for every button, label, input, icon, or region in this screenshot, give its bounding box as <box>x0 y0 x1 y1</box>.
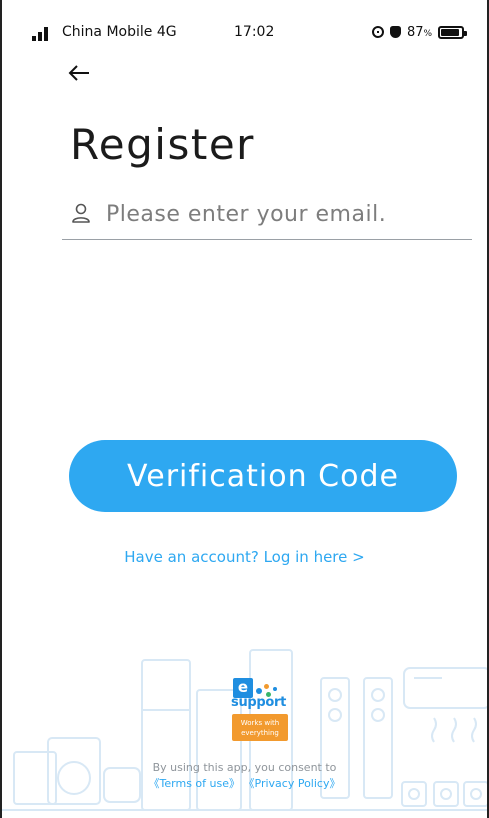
shield-icon <box>390 26 401 38</box>
email-field-row <box>62 190 472 240</box>
terms-of-use-link[interactable]: 《Terms of use》 <box>149 777 240 790</box>
consent-text: By using this app, you consent to <box>152 761 337 774</box>
consent-notice: By using this app, you consent to 《Terms… <box>2 760 487 792</box>
carrier-label: China Mobile 4G <box>62 24 177 40</box>
battery-percent: 87 <box>407 24 424 40</box>
battery-icon <box>438 25 468 39</box>
page-title: Register <box>70 120 255 169</box>
esupport-logo-word: support <box>231 695 287 710</box>
register-screen: China Mobile 4G 17:02 87% Register Verif… <box>0 0 489 818</box>
user-icon <box>72 203 90 223</box>
clock-time: 17:02 <box>234 24 275 40</box>
email-input[interactable] <box>106 196 466 232</box>
privacy-policy-link[interactable]: 《Privacy Policy》 <box>244 777 341 790</box>
verification-code-button[interactable]: Verification Code <box>69 440 457 512</box>
works-with-badge: Works with everything <box>232 714 288 741</box>
login-link[interactable]: Have an account? Log in here > <box>2 548 487 566</box>
arrow-left-icon[interactable] <box>64 58 94 88</box>
battery-percent-sign: % <box>423 28 433 39</box>
signal-icon <box>32 27 54 41</box>
alarm-icon <box>372 26 384 38</box>
esupport-logo: e support Works with everything <box>226 676 292 742</box>
status-bar: China Mobile 4G 17:02 87% <box>2 0 487 62</box>
